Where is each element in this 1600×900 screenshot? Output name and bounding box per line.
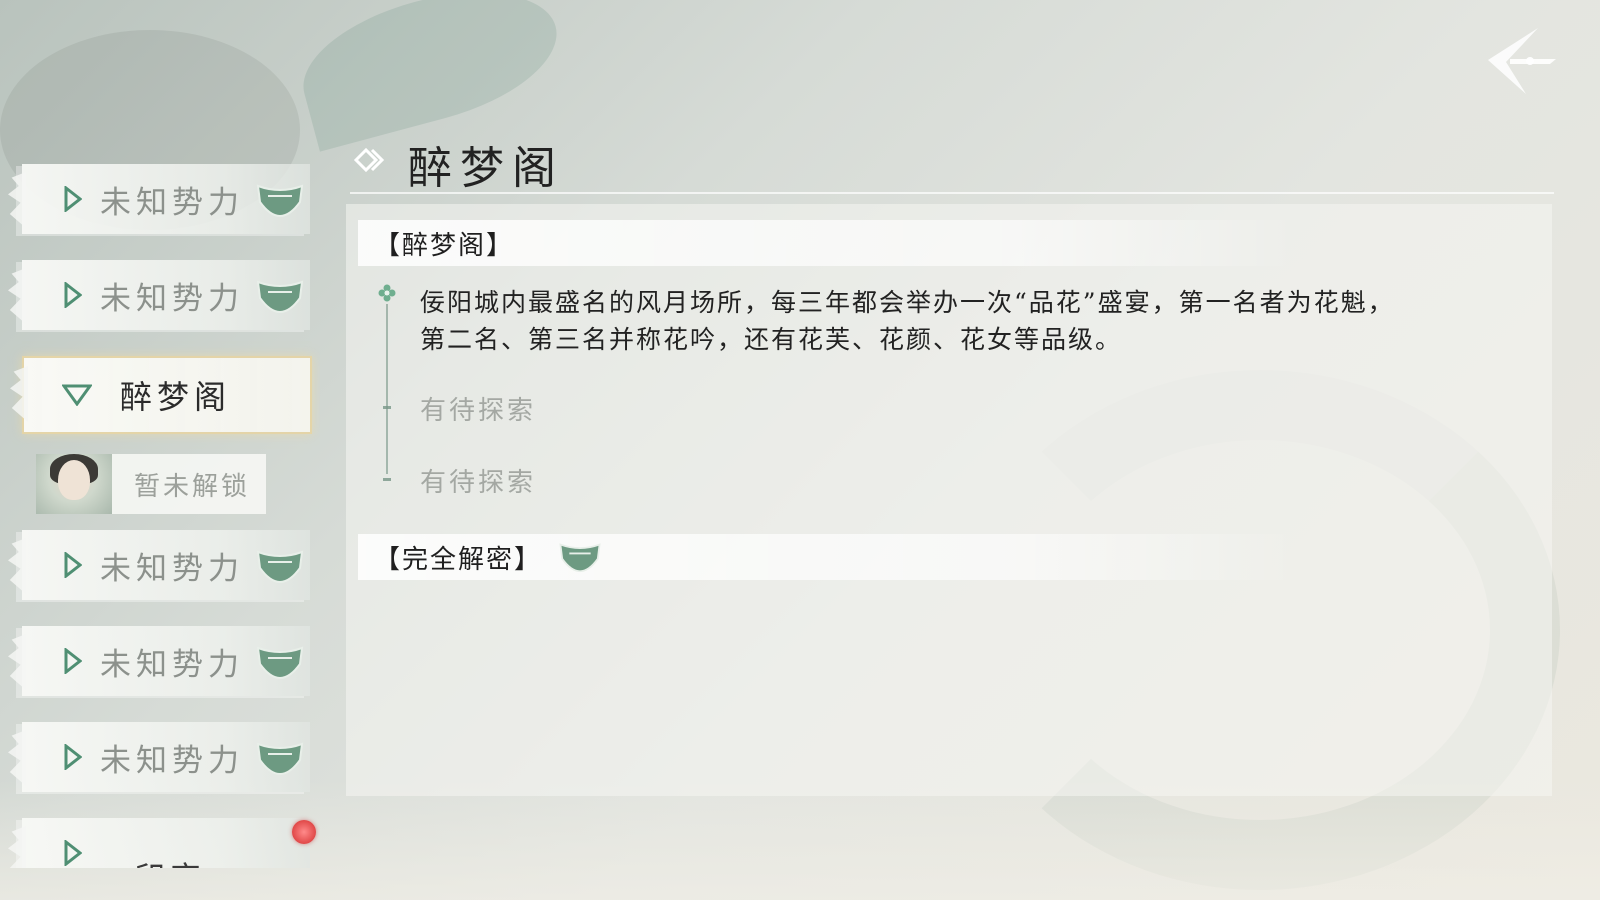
badge-icon: [256, 550, 304, 584]
sidebar-item-unknown-faction[interactable]: 未知势力: [22, 530, 310, 600]
badge-icon: [256, 184, 304, 218]
badge-icon: [256, 646, 304, 680]
page-header: 醉梦阁: [350, 130, 1554, 194]
timeline-node: [383, 406, 391, 409]
back-arrow-icon: [1488, 28, 1556, 94]
lore-description: 佞阳城内最盛名的风月场所，每三年都会举办一次“品花”盛宴，第一名者为花魁，第二名…: [420, 288, 1395, 354]
full-decrypt-section: 【完全解密】: [358, 534, 1298, 580]
sidebar-item-unknown-faction[interactable]: 未知势力: [22, 164, 310, 234]
header-divider: [350, 192, 1554, 194]
sidebar-item-unknown-faction[interactable]: 未知势力: [22, 260, 310, 330]
diamond-arrow-icon: [354, 147, 385, 173]
play-arrow-icon: [64, 744, 82, 770]
sidebar-item-label: 未知势力: [100, 742, 244, 779]
flower-bullet-icon: [378, 284, 396, 302]
subitem-label: 暂未解锁: [134, 471, 251, 502]
notification-dot: [292, 820, 316, 844]
lore-entry-pending: 有待探索: [420, 396, 537, 426]
sidebar-item-yinzong[interactable]: 印宗: [22, 818, 310, 868]
lore-entry-pending: 有待探索: [420, 468, 537, 498]
timeline-line: [386, 304, 388, 474]
section-header: 【醉梦阁】: [358, 220, 1298, 266]
back-button[interactable]: [1480, 22, 1560, 100]
sidebar-subitem-locked[interactable]: 暂未解锁: [36, 454, 266, 514]
badge-icon: [256, 742, 304, 776]
badge-icon: [256, 280, 304, 314]
section-title: 【醉梦阁】: [374, 230, 515, 261]
sidebar-item-label: 未知势力: [100, 280, 244, 317]
chevron-down-icon: [62, 384, 92, 406]
sidebar-item-unknown-faction[interactable]: 未知势力: [22, 626, 310, 696]
sidebar-item-label: 醉梦阁: [120, 378, 232, 416]
page-title: 醉梦阁: [408, 143, 564, 194]
faction-sidebar: 未知势力 未知势力 醉梦阁 暂未解锁 未知势力 未知势力 未知势力 印宗: [0, 160, 320, 868]
reward-badge-icon[interactable]: [558, 541, 602, 573]
play-arrow-icon: [64, 282, 82, 308]
full-decrypt-title: 【完全解密】: [374, 544, 543, 575]
character-portrait: [36, 454, 112, 514]
timeline-node: [383, 478, 391, 481]
sidebar-item-label: 印宗: [134, 853, 206, 869]
lore-panel: 【醉梦阁】 佞阳城内最盛名的风月场所，每三年都会举办一次“品花”盛宴，第一名者为…: [346, 204, 1552, 796]
sidebar-item-label: 未知势力: [100, 184, 244, 221]
play-arrow-icon: [64, 840, 82, 866]
sidebar-item-zuimengge[interactable]: 醉梦阁: [22, 356, 312, 434]
play-arrow-icon: [64, 186, 82, 212]
play-arrow-icon: [64, 552, 82, 578]
sidebar-item-label: 未知势力: [100, 646, 244, 683]
sidebar-item-unknown-faction[interactable]: 未知势力: [22, 722, 310, 792]
sidebar-item-label: 未知势力: [100, 550, 244, 587]
play-arrow-icon: [64, 648, 82, 674]
background-leaf: [288, 0, 572, 152]
